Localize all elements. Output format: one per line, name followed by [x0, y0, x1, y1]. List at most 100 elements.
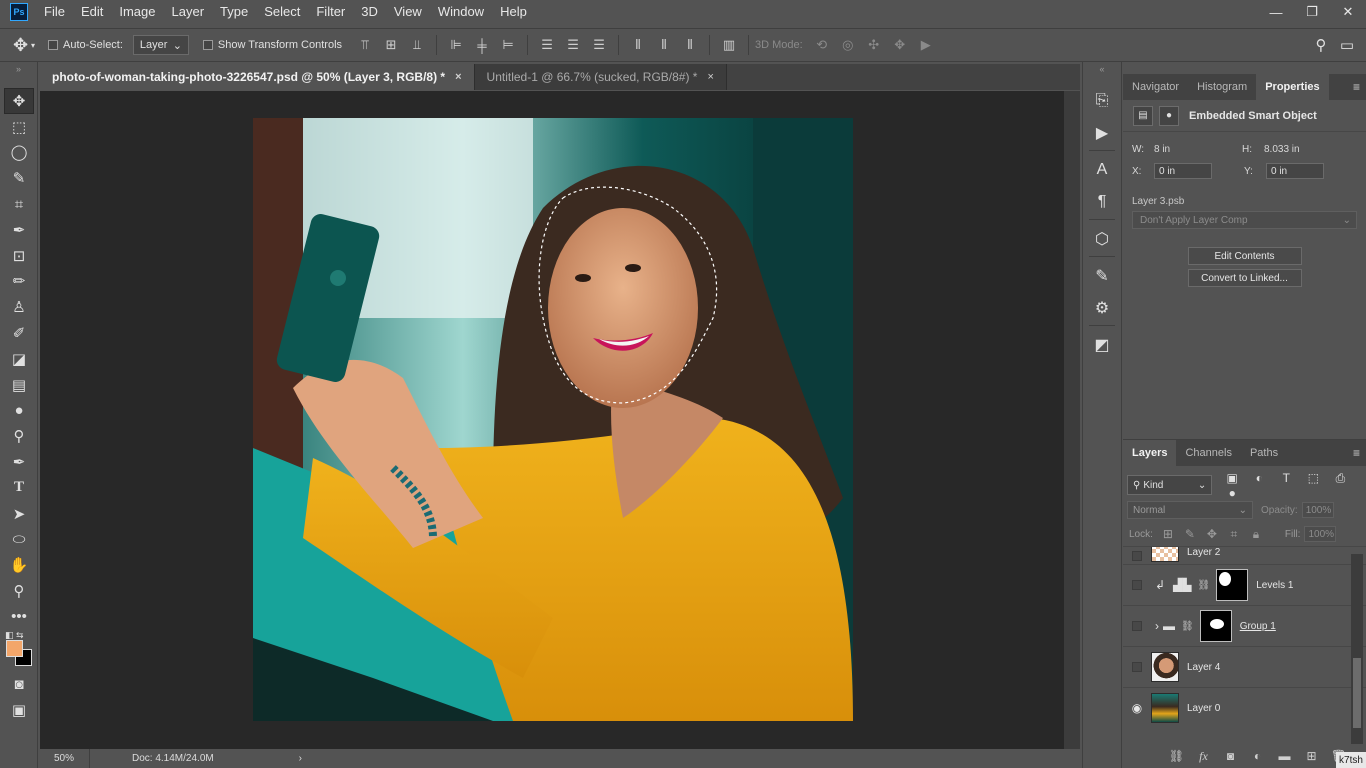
tab-channels[interactable]: Channels [1176, 440, 1240, 466]
3d-pan-icon[interactable]: ✣ [861, 35, 887, 55]
panel-menu-icon[interactable]: ≡ [1353, 80, 1360, 94]
3d-slide-icon[interactable]: ✥ [887, 35, 913, 55]
group-mask-thumbnail[interactable] [1199, 610, 1232, 642]
3d-cube-icon[interactable]: ⬡ [1083, 226, 1121, 252]
hand-tool-icon[interactable]: ✋ [0, 552, 38, 578]
type-tool-icon[interactable]: T [0, 475, 38, 501]
3d-orbit-icon[interactable]: ⟲ [809, 35, 835, 55]
healing-brush-tool-icon[interactable]: ⊡ [0, 243, 38, 269]
clone-stamp-tool-icon[interactable]: ♙ [0, 294, 38, 320]
actions-play-icon[interactable]: ▶ [1083, 120, 1121, 146]
minimize-button[interactable]: — [1258, 0, 1294, 24]
menu-filter[interactable]: Filter [308, 0, 353, 24]
tab-navigator[interactable]: Navigator [1123, 74, 1188, 100]
visibility-toggle[interactable] [1123, 550, 1151, 561]
layer-style-fx-icon[interactable]: fx [1190, 749, 1217, 764]
filter-adjustment-icon[interactable]: ◐ [1247, 471, 1271, 485]
layer-row-layer-0[interactable]: ◉ Layer 0 [1123, 687, 1366, 728]
lock-all-icon[interactable]: 🔒︎ [1245, 527, 1267, 542]
x-field[interactable]: 0 in [1154, 163, 1212, 179]
menu-file[interactable]: File [36, 0, 73, 24]
blur-tool-icon[interactable]: ● [0, 398, 38, 424]
auto-select-checkbox[interactable]: Auto-Select: [48, 39, 123, 51]
lasso-tool-icon[interactable]: ◯ [0, 140, 38, 166]
3d-roll-icon[interactable]: ◎ [835, 35, 861, 55]
menu-select[interactable]: Select [256, 0, 308, 24]
lock-artboard-icon[interactable]: ⌗ [1223, 527, 1245, 542]
auto-select-target-select[interactable]: Layer ⌄ [132, 35, 189, 55]
dodge-tool-icon[interactable]: ⚲ [0, 423, 38, 449]
menu-image[interactable]: Image [111, 0, 163, 24]
menu-window[interactable]: Window [430, 0, 492, 24]
layer-mask-thumbnail[interactable] [1216, 569, 1249, 601]
eyedropper-tool-icon[interactable]: ✒ [0, 217, 38, 243]
character-icon[interactable]: A [1083, 157, 1121, 183]
distribute-bottom-icon[interactable]: ☰ [586, 35, 612, 55]
canvas-scrollbar[interactable] [1064, 91, 1080, 749]
tab-paths[interactable]: Paths [1241, 440, 1287, 466]
link-icon[interactable]: ⛓ [1198, 580, 1211, 591]
filter-type-icon[interactable]: T [1274, 471, 1298, 485]
filter-kind-select[interactable]: ⚲ Kind ⌄ [1127, 475, 1213, 495]
pen-tool-icon[interactable]: ✒ [0, 449, 38, 475]
menu-3d[interactable]: 3D [353, 0, 386, 24]
layer-row-layer-2[interactable]: Layer 2 [1123, 546, 1366, 564]
distribute-hcenter-icon[interactable]: ⫴ [651, 35, 677, 55]
quick-selection-tool-icon[interactable]: ✎ [0, 165, 38, 191]
align-vertical-centers-icon[interactable]: ⊞ [378, 35, 404, 55]
filter-shape-icon[interactable]: ⬚ [1301, 471, 1325, 485]
tab-histogram[interactable]: Histogram [1188, 74, 1256, 100]
edit-contents-button[interactable]: Edit Contents [1187, 247, 1302, 265]
path-selection-tool-icon[interactable]: ➤ [0, 501, 38, 527]
layer-row-group-1[interactable]: › ▬ ⛓ Group 1 [1123, 605, 1366, 646]
marquee-tool-icon[interactable]: ⬚ [0, 114, 38, 140]
move-tool-icon[interactable]: ✥ [4, 88, 34, 114]
workspace-icon[interactable]: ▭ [1334, 36, 1360, 54]
history-icon[interactable]: ⎘ [1083, 88, 1121, 114]
layers-scrollbar[interactable] [1351, 554, 1363, 744]
brush-tool-icon[interactable]: ✏ [0, 269, 38, 295]
width-value[interactable]: 8 in [1154, 144, 1242, 155]
visibility-toggle[interactable] [1123, 621, 1151, 631]
auto-select-box[interactable] [48, 40, 58, 50]
document-image[interactable] [253, 118, 853, 721]
eye-icon[interactable]: ◉ [1132, 701, 1142, 715]
layer-row-layer-4[interactable]: Layer 4 [1123, 646, 1366, 687]
show-transform-checkbox[interactable]: Show Transform Controls [202, 39, 342, 51]
visibility-toggle[interactable]: ◉ [1123, 701, 1151, 715]
close-window-button[interactable]: ✕ [1330, 0, 1366, 24]
show-transform-box[interactable] [202, 40, 213, 50]
more-tools-icon[interactable]: ••• [0, 604, 38, 630]
menu-type[interactable]: Type [212, 0, 256, 24]
align-top-edges-icon[interactable]: ⫪ [352, 35, 378, 55]
paragraph-icon[interactable]: ¶ [1083, 189, 1121, 215]
filter-toggle-icon[interactable]: ● [1220, 486, 1244, 500]
distribute-vcenter-icon[interactable]: ☰ [560, 35, 586, 55]
align-left-edges-icon[interactable]: ⊫ [443, 35, 469, 55]
search-icon[interactable]: ⚲ [1308, 36, 1334, 54]
brush-settings-icon[interactable]: ✎ [1083, 263, 1121, 289]
history-brush-tool-icon[interactable]: ✐ [0, 320, 38, 346]
move-tool-preset-icon[interactable]: ✥ ▾ [0, 35, 48, 56]
y-field[interactable]: 0 in [1266, 163, 1324, 179]
restore-button[interactable]: ❐ [1294, 0, 1330, 24]
convert-to-linked-button[interactable]: Convert to Linked... [1187, 269, 1302, 287]
visibility-toggle[interactable] [1123, 662, 1151, 672]
layer-name[interactable]: Layer 4 [1187, 662, 1220, 673]
distribute-top-icon[interactable]: ☰ [534, 35, 560, 55]
close-icon[interactable]: × [455, 71, 461, 83]
new-adjustment-icon[interactable]: ◐ [1244, 749, 1271, 763]
new-layer-icon[interactable]: ⊞ [1298, 749, 1325, 763]
menu-layer[interactable]: Layer [164, 0, 213, 24]
chevron-right-icon[interactable]: › [1155, 619, 1159, 633]
eraser-tool-icon[interactable]: ◪ [0, 346, 38, 372]
layer-name[interactable]: Layer 0 [1187, 703, 1220, 714]
visibility-toggle[interactable] [1123, 580, 1151, 590]
opacity-field[interactable]: 100% [1301, 502, 1334, 518]
distribute-left-icon[interactable]: ⫴ [625, 35, 651, 55]
layer-row-levels-1[interactable]: ↲ ▟▙ ⛓ Levels 1 [1123, 564, 1366, 605]
layer-name[interactable]: Group 1 [1240, 621, 1276, 632]
lock-position-icon[interactable]: ✥ [1201, 527, 1223, 541]
distribute-right-icon[interactable]: ⫴ [677, 35, 703, 55]
tab-layers[interactable]: Layers [1123, 440, 1177, 466]
